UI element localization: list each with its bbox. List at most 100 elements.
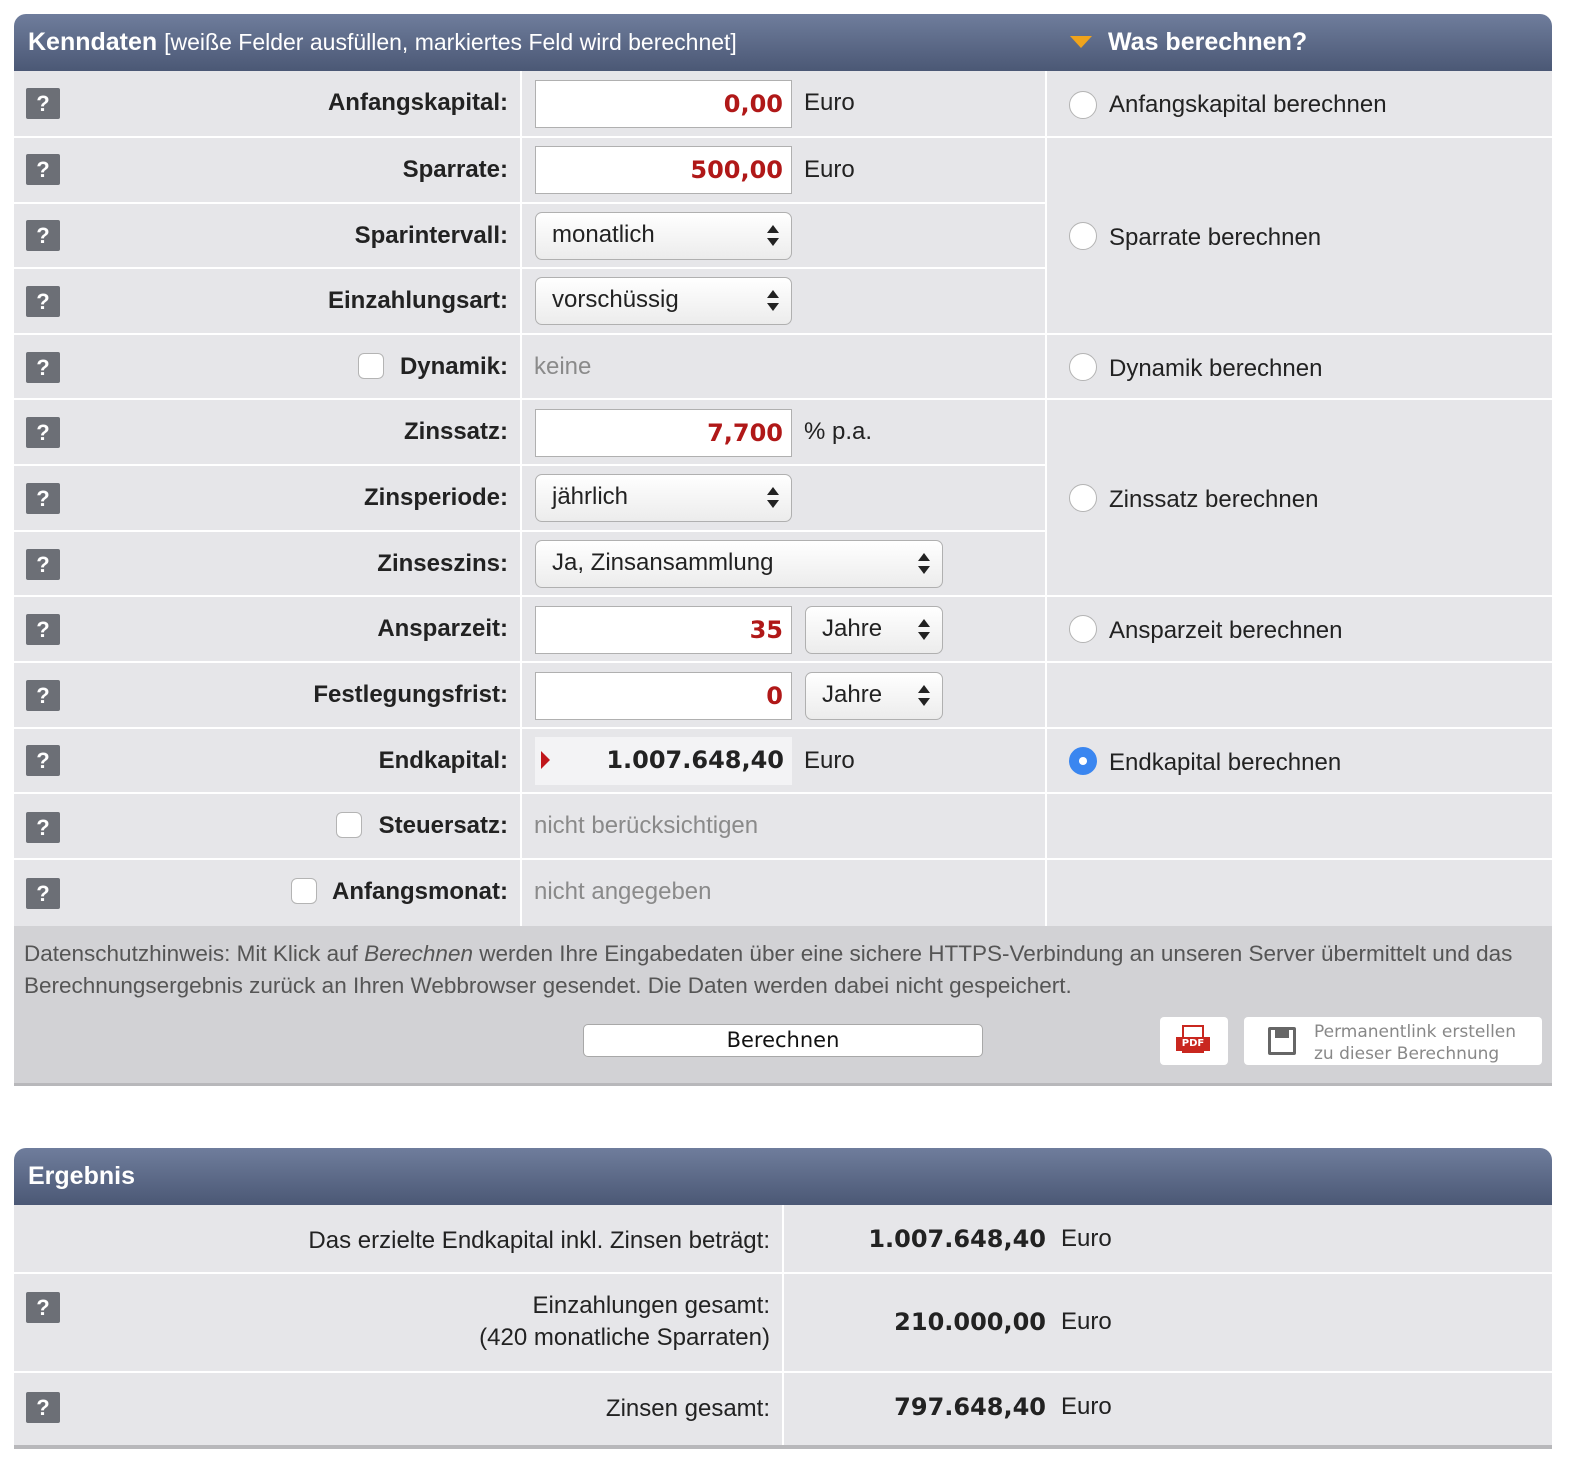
help-icon[interactable]: ? [26, 417, 60, 448]
row-festlegungsfrist: ? Festlegungsfrist: 0 Jahre [14, 661, 1045, 726]
help-icon[interactable]: ? [26, 812, 60, 843]
zinsperiode-value: jährlich [552, 483, 629, 510]
festlegungsfrist-unit-select[interactable]: Jahre [805, 672, 943, 720]
kenndaten-subtitle: [weiße Felder ausfüllen, markiertes Feld… [164, 29, 737, 55]
ergebnis-body: Das erzielte Endkapital inkl. Zinsen bet… [14, 1205, 1552, 1449]
anfangsmonat-checkbox[interactable] [291, 878, 317, 904]
kenndaten-title: Kenndaten [weiße Felder ausfüllen, marki… [28, 28, 737, 56]
row-anfangsmonat: ? Anfangsmonat: nicht angegeben [14, 858, 1045, 923]
help-icon[interactable]: ? [26, 483, 60, 514]
unit-euro: Euro [804, 89, 855, 116]
anfangskapital-option-label: Anfangskapital berechnen [1109, 91, 1387, 118]
option-zinssatz[interactable]: Zinssatz berechnen [1047, 398, 1552, 595]
select-arrows-icon [918, 553, 930, 575]
endkapital-value: 1.007.648,40 [606, 746, 784, 774]
permanentlink-label: Permanentlink erstellen zu dieser Berechn… [1314, 1022, 1517, 1064]
select-arrows-icon [767, 290, 779, 312]
sparrate-radio[interactable] [1069, 222, 1097, 250]
help-icon[interactable]: ? [26, 88, 60, 119]
option-dynamik[interactable]: Dynamik berechnen [1047, 333, 1552, 398]
label-sparrate: Sparrate: [402, 156, 508, 183]
permanentlink-button[interactable]: Permanentlink erstellen zu dieser Berechn… [1244, 1017, 1542, 1065]
ansparzeit-unit-select[interactable]: Jahre [805, 606, 943, 654]
zinseszins-select[interactable]: Ja, Zinsansammlung [535, 540, 943, 588]
ansparzeit-input[interactable]: 35 [535, 606, 792, 654]
was-berechnen-title: Was berechnen? [1108, 28, 1308, 56]
help-icon[interactable]: ? [26, 1292, 60, 1323]
label-endkapital: Endkapital: [378, 747, 508, 774]
steuersatz-value: nicht berücksichtigen [534, 812, 759, 839]
endkapital-result: 1.007.648,40 [535, 737, 792, 785]
zinsperiode-select[interactable]: jährlich [535, 474, 792, 522]
option-endkapital[interactable]: Endkapital berechnen [1047, 727, 1552, 792]
option-sparrate[interactable]: Sparrate berechnen [1047, 136, 1552, 333]
dynamik-radio[interactable] [1069, 353, 1097, 381]
ansparzeit-unit-value: Jahre [822, 615, 883, 642]
help-icon[interactable]: ? [26, 878, 60, 909]
ergebnis-header: Ergebnis [14, 1148, 1552, 1205]
festlegungsfrist-unit-value: Jahre [822, 681, 883, 708]
berechnen-button[interactable]: Berechnen [583, 1024, 983, 1057]
label-einzahlungsart: Einzahlungsart: [327, 287, 508, 314]
help-icon[interactable]: ? [26, 745, 60, 776]
anfangsmonat-value: nicht angegeben [534, 878, 712, 905]
help-icon[interactable]: ? [26, 352, 60, 383]
steuersatz-checkbox[interactable] [336, 812, 362, 838]
pdf-icon-label: PDF [1176, 1037, 1210, 1051]
option-empty [1047, 792, 1552, 858]
kenndaten-body: ? Anfangskapital: 0,00 Euro ? Sparrate: … [14, 71, 1552, 1086]
anfangskapital-input[interactable]: 0,00 [535, 80, 792, 128]
kenndaten-header: Kenndaten [weiße Felder ausfüllen, marki… [14, 14, 1552, 71]
einzahlungsart-value: vorschüssig [552, 286, 679, 313]
label-dynamik: Dynamik: [399, 353, 508, 380]
help-icon[interactable]: ? [26, 154, 60, 185]
dynamik-checkbox[interactable] [358, 353, 384, 379]
row-ansparzeit: ? Ansparzeit: 35 Jahre [14, 595, 1045, 660]
help-icon[interactable]: ? [26, 549, 60, 580]
help-icon[interactable]: ? [26, 1392, 60, 1423]
select-arrows-icon [767, 225, 779, 247]
help-icon[interactable]: ? [26, 614, 60, 645]
festlegungsfrist-input[interactable]: 0 [535, 672, 792, 720]
row-sparintervall: ? Sparintervall: monatlich [14, 202, 1045, 267]
unit-euro: Euro [1061, 1308, 1112, 1335]
label-festlegungsfrist: Festlegungsfrist: [313, 681, 508, 708]
label-zinssatz: Zinssatz: [403, 418, 508, 445]
option-anfangskapital[interactable]: Anfangskapital berechnen [1047, 71, 1552, 136]
label-sparintervall: Sparintervall: [354, 222, 508, 249]
option-ansparzeit[interactable]: Ansparzeit berechnen [1047, 595, 1552, 661]
einzahlungsart-select[interactable]: vorschüssig [535, 277, 792, 325]
ansparzeit-radio[interactable] [1069, 615, 1097, 643]
endkapital-option-label: Endkapital berechnen [1109, 749, 1342, 776]
zinssatz-radio[interactable] [1069, 484, 1097, 512]
save-icon [1268, 1027, 1296, 1055]
ergebnis-title: Ergebnis [28, 1162, 135, 1190]
collapse-arrow-icon[interactable] [1070, 36, 1092, 48]
unit-euro: Euro [804, 156, 855, 183]
help-icon[interactable]: ? [26, 680, 60, 711]
datenschutz-hinweis: Datenschutzhinweis: Mit Klick auf Berech… [24, 941, 1513, 998]
sparrate-option-label: Sparrate berechnen [1109, 224, 1322, 251]
endkapital-radio[interactable] [1069, 747, 1097, 775]
ergebnis-einzahlungen-label: Einzahlungen gesamt: (420 monatliche Spar… [479, 1292, 770, 1351]
row-einzahlungsart: ? Einzahlungsart: vorschüssig [14, 267, 1045, 332]
sparintervall-select[interactable]: monatlich [535, 212, 792, 260]
zinssatz-input[interactable]: 7,700 [535, 409, 792, 457]
unit-euro: Euro [804, 747, 855, 774]
ansparzeit-option-label: Ansparzeit berechnen [1109, 617, 1343, 644]
dynamik-option-label: Dynamik berechnen [1109, 355, 1323, 382]
sparrate-input[interactable]: 500,00 [535, 146, 792, 194]
row-zinssatz: ? Zinssatz: 7,700 % p.a. [14, 398, 1045, 463]
label-steuersatz: Steuersatz: [378, 812, 508, 839]
row-endkapital: ? Endkapital: 1.007.648,40 Euro [14, 727, 1045, 792]
select-arrows-icon [767, 487, 779, 509]
help-icon[interactable]: ? [26, 286, 60, 317]
unit-percent: % p.a. [804, 418, 873, 445]
row-anfangskapital: ? Anfangskapital: 0,00 Euro [14, 71, 1045, 136]
anfangskapital-radio[interactable] [1069, 91, 1097, 119]
label-ansparzeit: Ansparzeit: [377, 615, 508, 642]
help-icon[interactable]: ? [26, 220, 60, 251]
row-zinseszins: ? Zinseszins: Ja, Zinsansammlung [14, 530, 1045, 595]
pdf-button[interactable]: PDF [1160, 1017, 1228, 1065]
result-marker-icon [541, 751, 550, 769]
